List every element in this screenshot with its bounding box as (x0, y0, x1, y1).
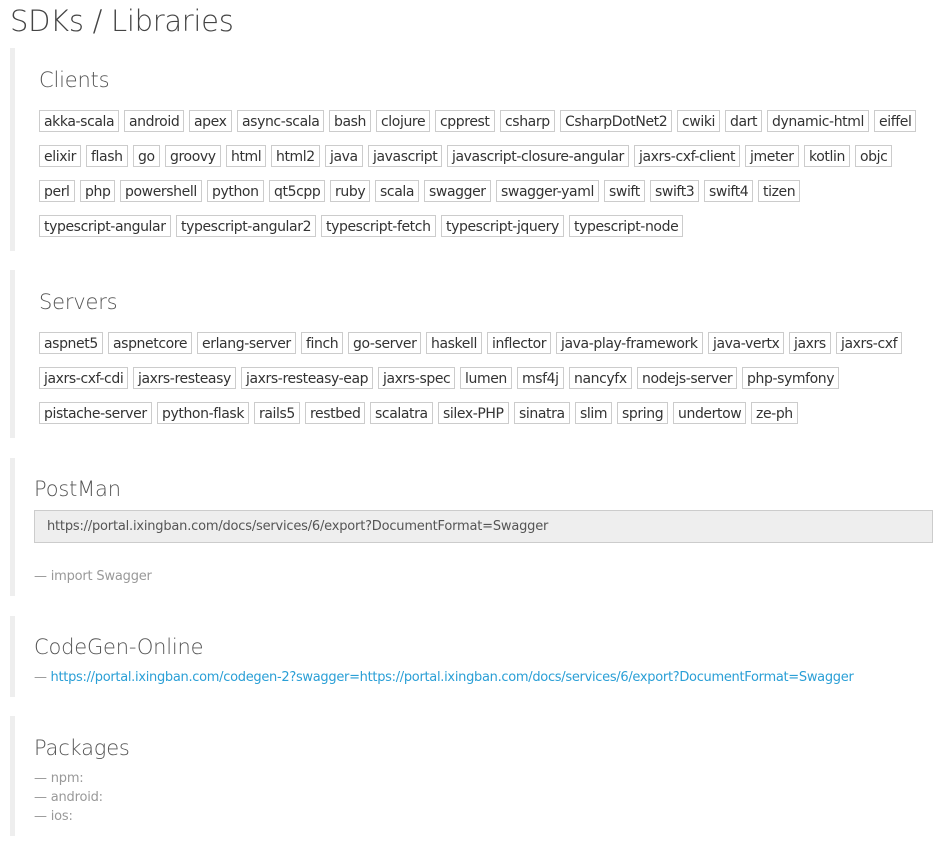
server-tag-slim[interactable]: slim (575, 402, 613, 424)
client-tag-clojure[interactable]: clojure (376, 110, 431, 132)
server-tag-nodejs-server[interactable]: nodejs-server (637, 367, 738, 389)
server-tag-rails5[interactable]: rails5 (254, 402, 300, 424)
codegen-title: CodeGen-Online (34, 635, 204, 659)
server-tag-haskell[interactable]: haskell (426, 332, 482, 354)
client-tag-tizen[interactable]: tizen (758, 180, 801, 202)
client-tag-java[interactable]: java (325, 145, 363, 167)
packages-section: Packages — npm: — android: — ios: (10, 716, 942, 836)
client-tag-scala[interactable]: scala (375, 180, 420, 202)
client-tag-dynamic-html[interactable]: dynamic-html (767, 110, 869, 132)
client-tag-javascript-closure-angular[interactable]: javascript-closure-angular (447, 145, 629, 167)
client-tag-apex[interactable]: apex (189, 110, 232, 132)
client-tag-swagger-yaml[interactable]: swagger-yaml (496, 180, 599, 202)
clients-tag-list: akka-scala android apex async-scala bash cloj… (39, 110, 939, 250)
server-tag-undertow[interactable]: undertow (673, 402, 747, 424)
postman-title: PostMan (34, 477, 121, 501)
server-tag-sinatra[interactable]: sinatra (514, 402, 570, 424)
servers-title: Servers (39, 290, 118, 314)
client-tag-android[interactable]: android (124, 110, 185, 132)
server-tag-aspnetcore[interactable]: aspnetcore (108, 332, 193, 354)
postman-note: — import Swagger (34, 569, 152, 584)
server-tag-php-symfony[interactable]: php-symfony (742, 367, 840, 389)
client-tag-async-scala[interactable]: async-scala (237, 110, 325, 132)
client-tag-php[interactable]: php (80, 180, 116, 202)
codegen-link-line: — https://portal.ixingban.com/codegen-2?… (34, 670, 854, 685)
server-tag-java-play-framework[interactable]: java-play-framework (556, 332, 703, 354)
client-tag-typescript-node[interactable]: typescript-node (569, 215, 684, 237)
client-tag-groovy[interactable]: groovy (165, 145, 221, 167)
package-npm: — npm: (34, 771, 84, 786)
server-tag-finch[interactable]: finch (301, 332, 344, 354)
server-tag-ze-ph[interactable]: ze-ph (751, 402, 798, 424)
client-tag-dart[interactable]: dart (725, 110, 763, 132)
client-tag-swift[interactable]: swift (604, 180, 645, 202)
client-tag-typescript-jquery[interactable]: typescript-jquery (441, 215, 564, 237)
client-tag-elixir[interactable]: elixir (39, 145, 81, 167)
client-tag-cwiki[interactable]: cwiki (677, 110, 721, 132)
client-tag-csharpdotnet2[interactable]: CsharpDotNet2 (560, 110, 673, 132)
clients-section: Clients akka-scala android apex async-scala… (10, 48, 942, 251)
servers-tag-list: aspnet5 aspnetcore erlang-server finch go-se… (39, 332, 939, 438)
server-tag-spring[interactable]: spring (617, 402, 669, 424)
package-android: — android: (34, 790, 103, 805)
client-tag-jmeter[interactable]: jmeter (745, 145, 799, 167)
client-tag-swift4[interactable]: swift4 (704, 180, 754, 202)
package-ios: — ios: (34, 809, 73, 824)
client-tag-jaxrs-cxf-client[interactable]: jaxrs-cxf-client (634, 145, 741, 167)
packages-title: Packages (34, 736, 130, 760)
client-tag-kotlin[interactable]: kotlin (804, 145, 850, 167)
server-tag-restbed[interactable]: restbed (305, 402, 366, 424)
client-tag-csharp[interactable]: csharp (500, 110, 555, 132)
client-tag-html2[interactable]: html2 (271, 145, 320, 167)
client-tag-ruby[interactable]: ruby (330, 180, 371, 202)
client-tag-python[interactable]: python (207, 180, 264, 202)
servers-section: Servers aspnet5 aspnetcore erlang-server fi… (10, 270, 942, 438)
server-tag-jaxrs[interactable]: jaxrs (789, 332, 831, 354)
clients-title: Clients (39, 68, 110, 92)
client-tag-bash[interactable]: bash (329, 110, 372, 132)
server-tag-java-vertx[interactable]: java-vertx (708, 332, 785, 354)
client-tag-eiffel[interactable]: eiffel (874, 110, 917, 132)
codegen-section: CodeGen-Online — https://portal.ixingban… (10, 616, 942, 697)
server-tag-nancyfx[interactable]: nancyfx (569, 367, 632, 389)
server-tag-pistache-server[interactable]: pistache-server (39, 402, 152, 424)
codegen-dash: — (34, 670, 51, 685)
client-tag-typescript-angular[interactable]: typescript-angular (39, 215, 171, 237)
client-tag-javascript[interactable]: javascript (368, 145, 443, 167)
page-title: SDKs / Libraries (10, 4, 234, 38)
server-tag-silex-php[interactable]: silex-PHP (438, 402, 509, 424)
server-tag-go-server[interactable]: go-server (348, 332, 422, 354)
server-tag-scalatra[interactable]: scalatra (370, 402, 433, 424)
client-tag-swift3[interactable]: swift3 (650, 180, 700, 202)
client-tag-cpprest[interactable]: cpprest (435, 110, 495, 132)
server-tag-jaxrs-resteasy[interactable]: jaxrs-resteasy (133, 367, 236, 389)
client-tag-swagger[interactable]: swagger (424, 180, 491, 202)
server-tag-inflector[interactable]: inflector (487, 332, 552, 354)
postman-url-field[interactable]: https://portal.ixingban.com/docs/service… (34, 510, 933, 543)
server-tag-jaxrs-resteasy-eap[interactable]: jaxrs-resteasy-eap (241, 367, 374, 389)
client-tag-flash[interactable]: flash (86, 145, 128, 167)
server-tag-jaxrs-cxf-cdi[interactable]: jaxrs-cxf-cdi (39, 367, 129, 389)
client-tag-powershell[interactable]: powershell (120, 180, 202, 202)
codegen-link[interactable]: https://portal.ixingban.com/codegen-2?sw… (51, 670, 854, 685)
client-tag-html[interactable]: html (226, 145, 267, 167)
server-tag-jaxrs-cxf[interactable]: jaxrs-cxf (836, 332, 903, 354)
server-tag-msf4j[interactable]: msf4j (517, 367, 564, 389)
client-tag-typescript-angular2[interactable]: typescript-angular2 (176, 215, 317, 237)
client-tag-go[interactable]: go (133, 145, 160, 167)
client-tag-typescript-fetch[interactable]: typescript-fetch (321, 215, 436, 237)
client-tag-akka-scala[interactable]: akka-scala (39, 110, 120, 132)
client-tag-objc[interactable]: objc (855, 145, 893, 167)
client-tag-qt5cpp[interactable]: qt5cpp (269, 180, 326, 202)
server-tag-erlang-server[interactable]: erlang-server (197, 332, 296, 354)
server-tag-lumen[interactable]: lumen (460, 367, 512, 389)
postman-section: PostMan https://portal.ixingban.com/docs… (10, 458, 942, 596)
client-tag-perl[interactable]: perl (39, 180, 75, 202)
server-tag-jaxrs-spec[interactable]: jaxrs-spec (378, 367, 456, 389)
server-tag-aspnet5[interactable]: aspnet5 (39, 332, 103, 354)
server-tag-python-flask[interactable]: python-flask (157, 402, 250, 424)
